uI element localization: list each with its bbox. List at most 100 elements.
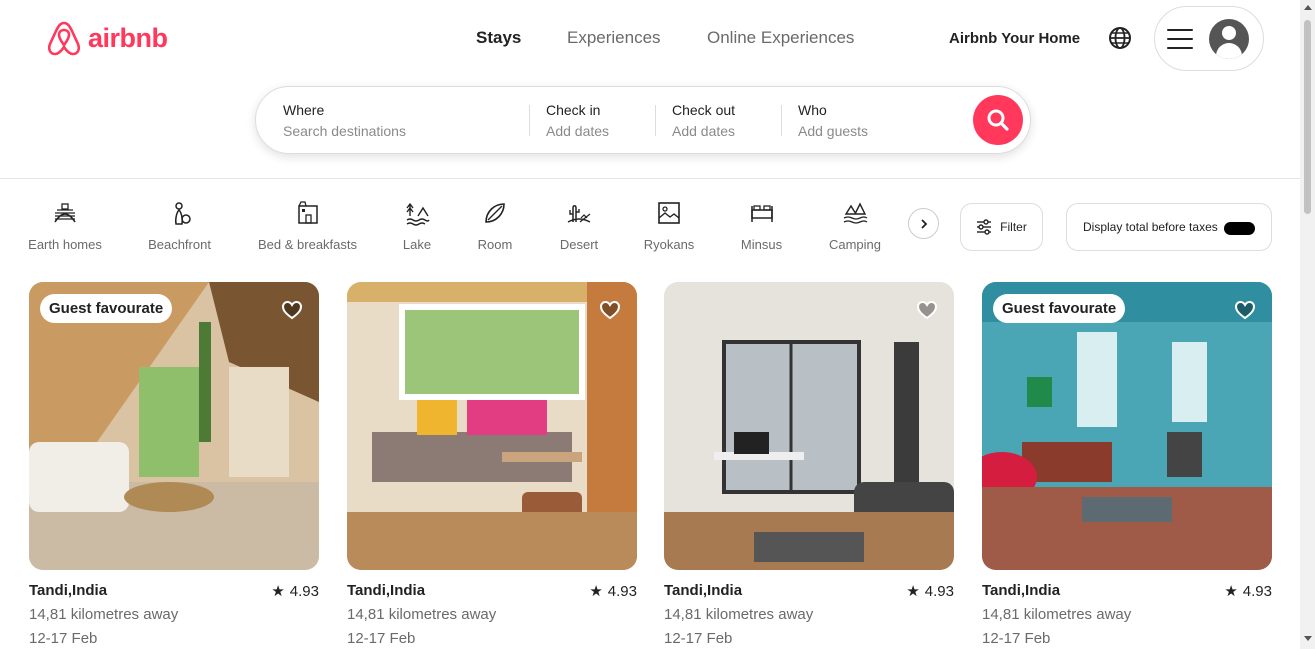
listing-rating: ★ 4.93 (271, 582, 319, 601)
lake-icon (406, 202, 430, 226)
search-icon (987, 109, 1009, 131)
desert-icon (567, 205, 591, 223)
chevron-right-icon (920, 218, 927, 229)
category-label: Minsus (740, 237, 783, 252)
airbnb-belo-icon (47, 21, 81, 56)
guest-favourite-badge: Guest favourate (993, 294, 1126, 323)
room-icon (485, 203, 505, 223)
check-out-field[interactable]: Check out Add dates (672, 102, 735, 139)
category-label: Camping (828, 237, 882, 252)
heart-icon[interactable] (281, 299, 303, 321)
category-room[interactable]: Room (478, 200, 512, 252)
scroll-up-arrow-icon[interactable] (1304, 5, 1312, 10)
category-label: Beachfront (148, 237, 211, 252)
listing-dates: 12-17 Feb (664, 630, 733, 647)
listing-distance: 14,81 kilometres away (29, 606, 179, 623)
star-icon: ★ (1224, 583, 1238, 600)
listing-title: Tandi,India (664, 582, 743, 599)
globe-icon[interactable] (1108, 26, 1132, 50)
category-label: Ryokans (643, 237, 695, 252)
category-ryokans[interactable]: Ryokans (643, 200, 695, 252)
category-desert[interactable]: Desert (560, 200, 598, 252)
listing-photo-image (982, 282, 1272, 570)
listing-photo-image (347, 282, 637, 570)
category-label: Desert (559, 237, 599, 252)
listing-dates: 12-17 Feb (29, 630, 98, 647)
nav-stays-tab[interactable]: Stays (476, 28, 521, 48)
listing-title: Tandi,India (29, 582, 108, 599)
listing-rating: ★ 4.93 (589, 582, 637, 601)
listing-distance: 14,81 kilometres away (982, 606, 1132, 623)
listing-card[interactable]: Tandi,India ★ 4.93 14,81 kilometres away … (347, 282, 637, 647)
category-label: Earth homes (28, 237, 102, 252)
camping-icon (843, 202, 868, 224)
scroll-down-arrow-icon[interactable] (1304, 636, 1312, 641)
hamburger-icon (1167, 28, 1193, 49)
listing-photo-image (29, 282, 319, 570)
bed-breakfast-icon (297, 201, 318, 224)
category-lake[interactable]: Lake (403, 200, 431, 252)
search-bar: Where Search destinations Check in Add d… (255, 86, 1031, 154)
user-menu-button[interactable] (1154, 6, 1264, 71)
search-button[interactable] (973, 95, 1023, 145)
listing-dates: 12-17 Feb (347, 630, 416, 647)
heart-icon[interactable] (916, 299, 938, 321)
search-divider (529, 105, 530, 136)
star-icon: ★ (271, 583, 285, 600)
listing-photo[interactable]: Guest favourate (29, 282, 319, 570)
rating-value: 4.93 (924, 582, 954, 600)
search-divider (781, 105, 782, 136)
where-placeholder: Search destinations (283, 123, 406, 139)
listing-rating: ★ 4.93 (906, 582, 954, 601)
filter-sliders-icon (977, 219, 992, 235)
check-out-label: Check out (672, 102, 736, 118)
categories-next-button[interactable] (908, 208, 939, 239)
category-bed-breakfasts[interactable]: Bed & breakfasts (258, 200, 357, 252)
rating-value: 4.93 (1242, 582, 1272, 600)
tax-toggle-switch[interactable] (1224, 222, 1255, 235)
category-earth-homes[interactable]: Earth homes (28, 200, 102, 252)
check-in-placeholder: Add dates (546, 123, 610, 139)
listing-card[interactable]: Tandi,India ★ 4.93 14,81 kilometres away … (664, 282, 954, 647)
star-icon: ★ (906, 583, 920, 600)
airbnb-logo[interactable]: airbnb (46, 19, 168, 57)
listing-photo[interactable] (347, 282, 637, 570)
listing-card[interactable]: Guest favourate Tandi,India ★ 4.93 14,81 … (29, 282, 319, 647)
category-label: Bed & breakfasts (258, 237, 357, 252)
tax-display-toggle[interactable]: Display total before taxes (1066, 203, 1272, 251)
listing-title: Tandi,India (347, 582, 426, 599)
listing-photo-image (664, 282, 954, 570)
star-icon: ★ (589, 583, 603, 600)
guest-favourite-badge: Guest favourate (40, 294, 173, 323)
where-label: Where (283, 102, 325, 118)
rating-value: 4.93 (607, 582, 637, 600)
listing-photo[interactable]: Guest favourate (982, 282, 1272, 570)
earth-home-icon (54, 203, 76, 223)
category-label: Room (477, 237, 513, 252)
heart-icon[interactable] (599, 299, 621, 321)
listing-title: Tandi,India (982, 582, 1061, 599)
category-minsus[interactable]: Minsus (741, 200, 782, 252)
category-label: Lake (402, 237, 432, 252)
nav-experiences-tab[interactable]: Experiences (567, 28, 661, 48)
listing-distance: 14,81 kilometres away (347, 606, 497, 623)
category-camping[interactable]: Camping (829, 200, 881, 252)
who-placeholder: Add guests (798, 123, 869, 139)
who-field[interactable]: Who Add guests (798, 102, 868, 139)
listing-rating: ★ 4.93 (1224, 582, 1272, 601)
page-scrollbar[interactable] (1300, 0, 1315, 649)
ryokan-icon (658, 202, 680, 224)
scrollbar-thumb[interactable] (1304, 20, 1311, 214)
listing-distance: 14,81 kilometres away (664, 606, 814, 623)
nav-online-experiences-tab[interactable]: Online Experiences (707, 28, 854, 48)
rating-value: 4.93 (289, 582, 319, 600)
listing-card[interactable]: Guest favourate Tandi,India ★ 4.93 14,81 … (982, 282, 1272, 647)
user-avatar-icon (1209, 18, 1249, 59)
listing-photo[interactable] (664, 282, 954, 570)
category-beachfront[interactable]: Beachfront (148, 200, 211, 252)
heart-icon[interactable] (1234, 299, 1256, 321)
airbnb-your-home-link[interactable]: Airbnb Your Home (949, 30, 1080, 47)
filter-button[interactable]: Filter (960, 203, 1043, 251)
where-field[interactable]: Where Search destinations (283, 102, 406, 139)
check-in-field[interactable]: Check in Add dates (546, 102, 609, 139)
